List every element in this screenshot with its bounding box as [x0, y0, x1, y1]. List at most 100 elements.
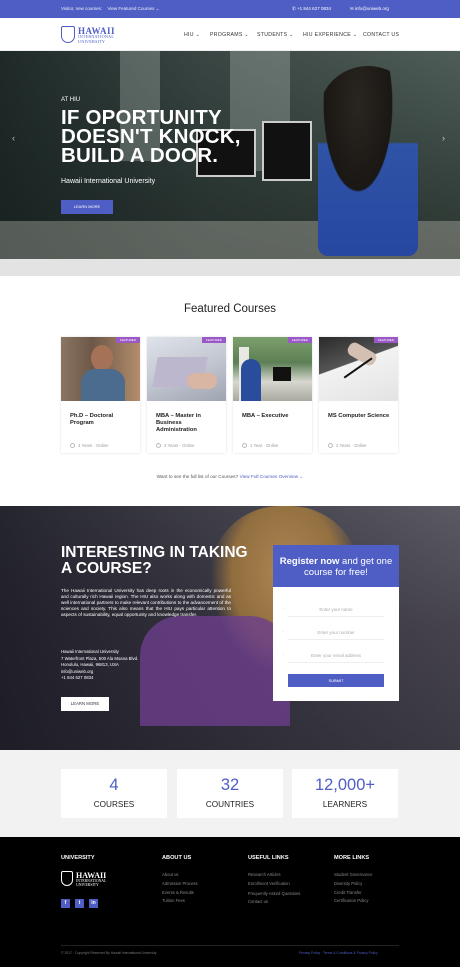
- course-title[interactable]: Ph.D – Doctoral Program: [70, 413, 134, 427]
- course-image: [233, 337, 312, 401]
- hero-divider: [0, 259, 460, 276]
- visitor-text: Visitor, new courses:: [61, 6, 103, 11]
- footer-link[interactable]: Tuition Fees: [162, 897, 198, 906]
- footer-heading-more: MORE LINKS: [334, 855, 370, 861]
- clock-icon: [242, 443, 247, 449]
- featured-title: Featured Courses: [183, 303, 277, 315]
- course-meta: 1 Year · Online: [242, 443, 278, 449]
- footer-about-links: About us Admission Process Events & Resu…: [162, 871, 198, 906]
- footer-link[interactable]: Contact us: [248, 898, 303, 907]
- shield-icon: [61, 871, 73, 886]
- register-title-bold: Register now: [279, 556, 340, 567]
- course-title[interactable]: MBA – Master in Business Administration: [156, 413, 220, 434]
- course-card[interactable]: FEATURED Ph.D – Doctoral Program 4 Years…: [61, 337, 140, 453]
- shield-icon: [61, 26, 75, 43]
- nav-item-students[interactable]: STUDENTS ⌄: [257, 32, 294, 38]
- footer-heading-useful: USEFUL LINKS: [248, 855, 289, 861]
- clock-icon: [156, 443, 161, 449]
- nav-item-contact[interactable]: CONTACT US: [363, 32, 399, 38]
- course-card[interactable]: FEATURED MBA – Master in Business Admini…: [147, 337, 226, 453]
- footer-link[interactable]: Student Governance: [334, 871, 372, 880]
- phone-icon: ✆: [292, 6, 296, 11]
- featured-badge: FEATURED: [288, 337, 312, 343]
- footer-link[interactable]: Enrollment Verification: [248, 880, 303, 889]
- email-contact[interactable]: ✉ info@uniweb.org: [350, 6, 389, 12]
- nav-item-programs[interactable]: PROGRAMS ⌄: [210, 32, 249, 38]
- name-input[interactable]: Enter your name: [288, 603, 384, 617]
- full-courses-link[interactable]: View Full Courses Overview: [240, 474, 299, 479]
- take-course-section: INTERESTING IN TAKING A COURSE? The Hawa…: [0, 506, 460, 750]
- course-learn-more-button[interactable]: LEARN MORE: [61, 697, 109, 711]
- nav-item-hiu-experience[interactable]: HIU EXPERIENCE ⌄: [303, 32, 357, 38]
- stat-label: LEARNERS: [322, 800, 368, 809]
- facebook-icon[interactable]: f: [61, 899, 70, 908]
- background-student-image: [140, 616, 290, 726]
- course-description: The Hawaii International University has …: [61, 588, 231, 617]
- course-cta-title: INTERESTING IN TAKING A COURSE?: [61, 544, 248, 577]
- mail-icon: ◦: [282, 652, 284, 658]
- footer-link[interactable]: Frequently Asked Questions: [248, 891, 303, 896]
- logo-sub: INTERNATIONAL UNIVERSITY: [78, 34, 114, 44]
- twitter-icon[interactable]: t: [75, 899, 84, 908]
- phone-number: +1 844 627 0834: [297, 6, 331, 11]
- footer-link[interactable]: Admission Process: [162, 880, 198, 889]
- stat-label: COUNTRIES: [205, 800, 255, 809]
- mail-icon: ✉: [350, 6, 354, 11]
- clock-icon: [328, 443, 333, 449]
- hero-subtitle: Hawaii International University: [61, 178, 156, 185]
- course-image: [319, 337, 398, 401]
- course-card[interactable]: FEATURED MBA – Executive 1 Year · Online: [233, 337, 312, 453]
- stat-label: COURSES: [93, 800, 135, 809]
- full-courses-notice: Want to see the full list of our Courses…: [0, 474, 460, 480]
- submit-button[interactable]: SUBMIT: [288, 674, 384, 687]
- user-icon: ◦: [282, 606, 284, 612]
- course-meta: 2 Years · Online: [328, 443, 367, 449]
- top-bar: Visitor, new courses: View Featured Cour…: [0, 0, 460, 18]
- email-address: info@uniweb.org: [355, 6, 389, 11]
- course-title[interactable]: MBA – Executive: [242, 413, 306, 420]
- featured-badge: FEATURED: [374, 337, 398, 343]
- course-image: [147, 337, 226, 401]
- stat-learners: 12,000+ LEARNERS: [292, 769, 398, 818]
- course-image: [61, 337, 140, 401]
- footer-link[interactable]: Research Articles: [248, 871, 303, 880]
- footer-heading-about: ABOUT US: [162, 855, 192, 861]
- footer-divider: [61, 945, 399, 946]
- visitor-notice: Visitor, new courses: View Featured Cour…: [61, 6, 159, 12]
- chevron-down-icon: ⌄: [299, 474, 304, 479]
- hero-slider: ‹ › AT HIU IF OPORTUNITY DOESN'T KNOCK, …: [0, 51, 460, 259]
- slider-next-icon[interactable]: ›: [442, 133, 445, 143]
- university-logo[interactable]: HAWAII INTERNATIONAL UNIVERSITY: [61, 26, 131, 46]
- stat-courses: 4 COURSES: [61, 769, 167, 818]
- course-title[interactable]: MS Computer Science: [328, 413, 392, 420]
- register-header: Register now and get one course for free…: [273, 545, 399, 587]
- featured-courses-section: Featured Courses FEATURED Ph.D – Doctora…: [0, 276, 460, 506]
- featured-badge: FEATURED: [202, 337, 226, 343]
- hero-eyebrow: AT HIU: [61, 97, 81, 103]
- slider-prev-icon[interactable]: ‹: [12, 133, 15, 143]
- nav-item-hiu[interactable]: HIU ⌄: [184, 32, 200, 38]
- full-courses-text: Want to see the full list of our Courses…: [156, 474, 239, 479]
- linkedin-icon[interactable]: in: [89, 899, 98, 908]
- legal-links[interactable]: Privacy Policy · Terms & Conditions & Pr…: [299, 951, 378, 955]
- email-input[interactable]: Enter your email address: [288, 649, 384, 663]
- register-form: Register now and get one course for free…: [273, 545, 399, 701]
- footer-link[interactable]: About us: [162, 871, 198, 880]
- phone-input[interactable]: Enter your number: [288, 626, 384, 640]
- footer-link[interactable]: Certification Policy: [334, 897, 372, 906]
- phone-contact[interactable]: ✆ +1 844 627 0834: [292, 6, 331, 12]
- footer-heading-university: UNIVERSITY: [61, 855, 95, 861]
- course-card[interactable]: FEATURED MS Computer Science 2 Years · O…: [319, 337, 398, 453]
- footer-link[interactable]: Diversity Policy: [334, 880, 372, 889]
- chevron-down-icon: ⌄: [155, 6, 160, 11]
- footer-link[interactable]: Events & Results: [162, 889, 198, 898]
- hero-learn-more-button[interactable]: LEARN MORE: [61, 200, 113, 214]
- course-meta: 4 Years · Online: [70, 443, 109, 449]
- hero-student-image: [318, 66, 418, 256]
- stats-section: 4 COURSES 32 COUNTRIES 12,000+ LEARNERS: [0, 750, 460, 837]
- stat-number: 32: [220, 776, 240, 794]
- footer-link[interactable]: Credit Transfer: [334, 889, 372, 898]
- footer-logo[interactable]: HAWAII INTERNATIONAL UNIVERSITY: [61, 871, 121, 889]
- featured-courses-link[interactable]: View Featured Courses: [107, 6, 154, 11]
- phone-icon: ◦: [282, 629, 284, 635]
